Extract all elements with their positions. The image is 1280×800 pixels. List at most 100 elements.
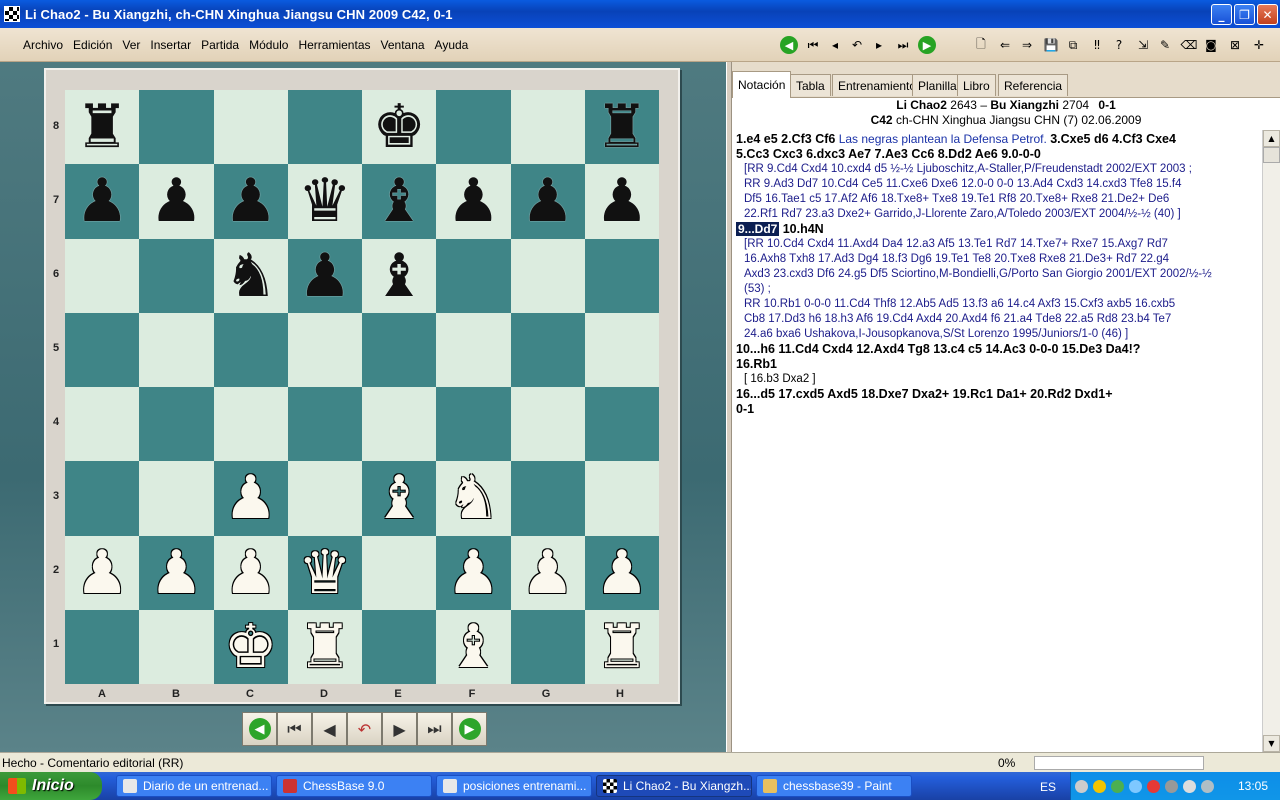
square-d8[interactable]: [287, 90, 362, 165]
square-g3[interactable]: [510, 461, 585, 536]
scroll-down-icon[interactable]: ▼: [1263, 735, 1280, 752]
square-b4[interactable]: [139, 387, 214, 462]
moves[interactable]: 3.Cxe5 d6 4.Cf3 Cxe4: [1050, 132, 1176, 146]
square-g6[interactable]: [510, 238, 585, 313]
white-piece[interactable]: ♞: [446, 468, 500, 528]
black-piece[interactable]: ♝: [372, 171, 426, 231]
menu-insertar[interactable]: Insertar: [145, 38, 196, 52]
square-b6[interactable]: [139, 238, 214, 313]
black-piece[interactable]: ♟: [224, 171, 278, 231]
back-arrow-icon[interactable]: ◀: [780, 36, 798, 54]
delete-icon[interactable]: ⊠: [1226, 36, 1244, 54]
square-h6[interactable]: [584, 238, 659, 313]
menu-modulo[interactable]: Módulo: [244, 38, 293, 52]
white-piece[interactable]: ♝: [446, 617, 500, 677]
start-button[interactable]: Inicio: [0, 772, 102, 800]
black-piece[interactable]: ♟: [595, 171, 649, 231]
square-d1[interactable]: ♜: [287, 609, 362, 684]
variation-line[interactable]: [RR 9.Cd4 Cxd4 10.cxd4 d5 ½-½ Ljuboschit…: [736, 162, 1258, 177]
square-g5[interactable]: [510, 312, 585, 387]
square-f8[interactable]: [436, 90, 511, 165]
square-b2[interactable]: ♟: [139, 535, 214, 610]
square-h3[interactable]: [584, 461, 659, 536]
square-f4[interactable]: [436, 387, 511, 462]
square-g1[interactable]: [510, 609, 585, 684]
square-d7[interactable]: ♛: [287, 164, 362, 239]
menu-archivo[interactable]: Archivo: [18, 38, 68, 52]
black-piece[interactable]: ♟: [298, 246, 352, 306]
close-button[interactable]: ✕: [1257, 4, 1278, 25]
variation-line[interactable]: Cb8 17.Dd3 h6 18.h3 Af6 19.Cd4 Axd4 20.A…: [736, 312, 1258, 327]
right-green-arrow-icon[interactable]: ⇒: [1018, 36, 1036, 54]
menu-ayuda[interactable]: Ayuda: [430, 38, 474, 52]
back-icon[interactable]: [1075, 780, 1088, 793]
network-icon[interactable]: [1129, 780, 1142, 793]
square-f3[interactable]: ♞: [436, 461, 511, 536]
square-d6[interactable]: ♟: [287, 238, 362, 313]
variation-line[interactable]: 16.Axh8 Txh8 17.Ad3 Dg4 18.f3 Dg6 19.Te1…: [736, 252, 1258, 267]
square-g8[interactable]: [510, 90, 585, 165]
square-h7[interactable]: ♟: [584, 164, 659, 239]
white-piece[interactable]: ♜: [595, 617, 649, 677]
square-h2[interactable]: ♟: [584, 535, 659, 610]
square-g4[interactable]: [510, 387, 585, 462]
square-e5[interactable]: [362, 312, 437, 387]
taskbar-item-active[interactable]: Li Chao2 - Bu Xiangzh...: [596, 775, 752, 797]
square-f5[interactable]: [436, 312, 511, 387]
square-b7[interactable]: ♟: [139, 164, 214, 239]
previous-move-button[interactable]: ◀: [312, 712, 347, 746]
square-h1[interactable]: ♜: [584, 609, 659, 684]
tab-planilla[interactable]: Planilla: [912, 74, 963, 96]
take-back-icon[interactable]: ↶: [848, 36, 866, 54]
language-indicator[interactable]: ES: [1040, 780, 1056, 794]
square-a2[interactable]: ♟: [65, 535, 140, 610]
variation-line[interactable]: 24.a6 bxa6 Ushakova,I-Jousopkanova,S/St …: [736, 327, 1258, 342]
square-f2[interactable]: ♟: [436, 535, 511, 610]
square-b8[interactable]: [139, 90, 214, 165]
menu-ver[interactable]: Ver: [117, 38, 145, 52]
white-piece[interactable]: ♛: [298, 543, 352, 603]
forward-button[interactable]: ▶: [452, 712, 487, 746]
replace-icon[interactable]: ⧉: [1064, 36, 1082, 54]
take-back-button[interactable]: ↶: [347, 712, 382, 746]
black-piece[interactable]: ♜: [75, 97, 129, 157]
square-h4[interactable]: [584, 387, 659, 462]
crosshair-icon[interactable]: ✛: [1250, 36, 1268, 54]
move-line[interactable]: 16...d5 17.cxd5 Axd5 18.Dxe7 Dxa2+ 19.Rc…: [736, 387, 1258, 402]
tab-notacion[interactable]: Notación: [732, 71, 792, 98]
move-line[interactable]: 1.e4 e5 2.Cf3 Cf6 Las negras plantean la…: [736, 132, 1258, 147]
notation-scrollbar[interactable]: ▲ ▼: [1262, 130, 1280, 752]
tab-libro[interactable]: Libro: [957, 74, 996, 96]
annotation-icon[interactable]: ‼: [1088, 36, 1106, 54]
square-a8[interactable]: ♜: [65, 90, 140, 165]
square-c2[interactable]: ♟: [213, 535, 288, 610]
move-line[interactable]: 10...h6 11.Cd4 Cxd4 12.Axd4 Tg8 13.c4 c5…: [736, 342, 1258, 357]
last-move-button[interactable]: ⏭: [417, 712, 452, 746]
square-d4[interactable]: [287, 387, 362, 462]
white-player[interactable]: Li Chao2: [896, 98, 947, 112]
moves[interactable]: 1.e4 e5 2.Cf3 Cf6: [736, 132, 835, 146]
variation-line[interactable]: [ 16.b3 Dxa2 ]: [736, 372, 1258, 387]
square-a3[interactable]: [65, 461, 140, 536]
square-f6[interactable]: [436, 238, 511, 313]
forward-arrow-icon[interactable]: ▶: [918, 36, 936, 54]
tab-entrenamiento[interactable]: Entrenamiento: [832, 74, 923, 96]
next-move-icon[interactable]: ▸: [870, 36, 888, 54]
black-piece[interactable]: ♟: [446, 171, 500, 231]
square-c1[interactable]: ♚: [213, 609, 288, 684]
white-piece[interactable]: ♟: [149, 543, 203, 603]
first-move-icon[interactable]: ⏮: [804, 36, 822, 54]
square-a1[interactable]: [65, 609, 140, 684]
taskbar-item[interactable]: posiciones entrenami...: [436, 775, 592, 797]
square-c6[interactable]: ♞: [213, 238, 288, 313]
variation-line[interactable]: RR 9.Ad3 Dd7 10.Cd4 Ce5 11.Cxe6 Dxe6 12.…: [736, 177, 1258, 192]
save-icon[interactable]: 💾: [1042, 36, 1060, 54]
camera-icon[interactable]: ◙: [1202, 36, 1220, 54]
security-icon[interactable]: [1111, 780, 1124, 793]
antivirus-icon[interactable]: [1147, 780, 1160, 793]
move-line[interactable]: 9...Dd7 10.h4N: [736, 222, 1258, 237]
next-move-button[interactable]: ▶: [382, 712, 417, 746]
taskbar-item[interactable]: ChessBase 9.0: [276, 775, 432, 797]
square-a5[interactable]: [65, 312, 140, 387]
tab-referencia[interactable]: Referencia: [998, 74, 1069, 96]
